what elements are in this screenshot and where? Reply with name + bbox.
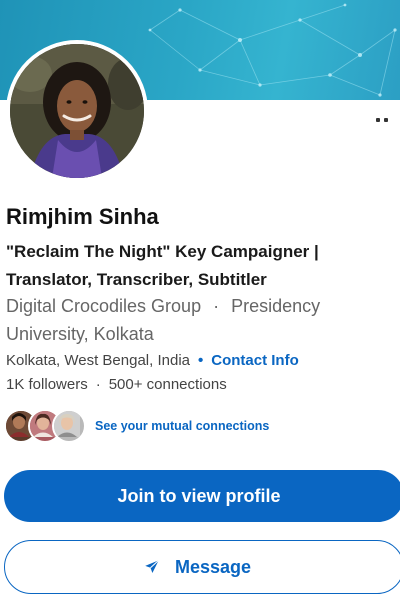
message-button-label: Message: [174, 556, 252, 577]
see-mutual-connections-link[interactable]: See your mutual connections: [95, 419, 269, 433]
connections-count: 500+ connections: [108, 376, 227, 393]
location-text: Kolkata, West Bengal, India: [6, 352, 190, 369]
profile-photo-illustration: [10, 44, 144, 178]
send-icon: [143, 558, 161, 576]
school-name-part1[interactable]: Presidency: [231, 296, 320, 316]
more-dot: [384, 118, 388, 122]
network-stats: 1K followers · 500+ connections: [6, 376, 227, 393]
join-button-label: Join to view profile: [117, 485, 281, 506]
more-dot: [376, 118, 380, 122]
join-to-view-profile-button[interactable]: Join to view profile: [4, 470, 400, 522]
followers-count: 1K followers: [6, 376, 88, 393]
message-button[interactable]: Message: [4, 540, 400, 594]
contact-info-link[interactable]: Contact Info: [211, 352, 299, 369]
location-separator: •: [198, 352, 204, 369]
profile-name: Rimjhim Sinha: [6, 204, 159, 229]
school-name-part2[interactable]: University, Kolkata: [6, 320, 386, 348]
stats-separator: ·: [95, 376, 101, 393]
profile-organizations: Digital Crocodiles Group · Presidency Univ…: [6, 292, 386, 348]
avatar: [52, 409, 86, 443]
headline-line-2: Translator, Transcriber, Subtitler: [6, 270, 267, 289]
current-company[interactable]: Digital Crocodiles Group: [6, 296, 201, 316]
org-separator: ·: [213, 296, 220, 316]
profile-headline: "Reclaim The Night" Key Campaigner | Tra…: [6, 238, 386, 294]
location-line: Kolkata, West Bengal, India • Contact Info: [6, 352, 299, 369]
mutual-connections-avatars[interactable]: [4, 409, 88, 443]
org-line-1: Digital Crocodiles Group · Presidency: [6, 292, 386, 320]
more-options-icon[interactable]: [370, 112, 394, 128]
headline-line-1: "Reclaim The Night" Key Campaigner |: [6, 242, 319, 261]
profile-photo: [6, 40, 148, 182]
